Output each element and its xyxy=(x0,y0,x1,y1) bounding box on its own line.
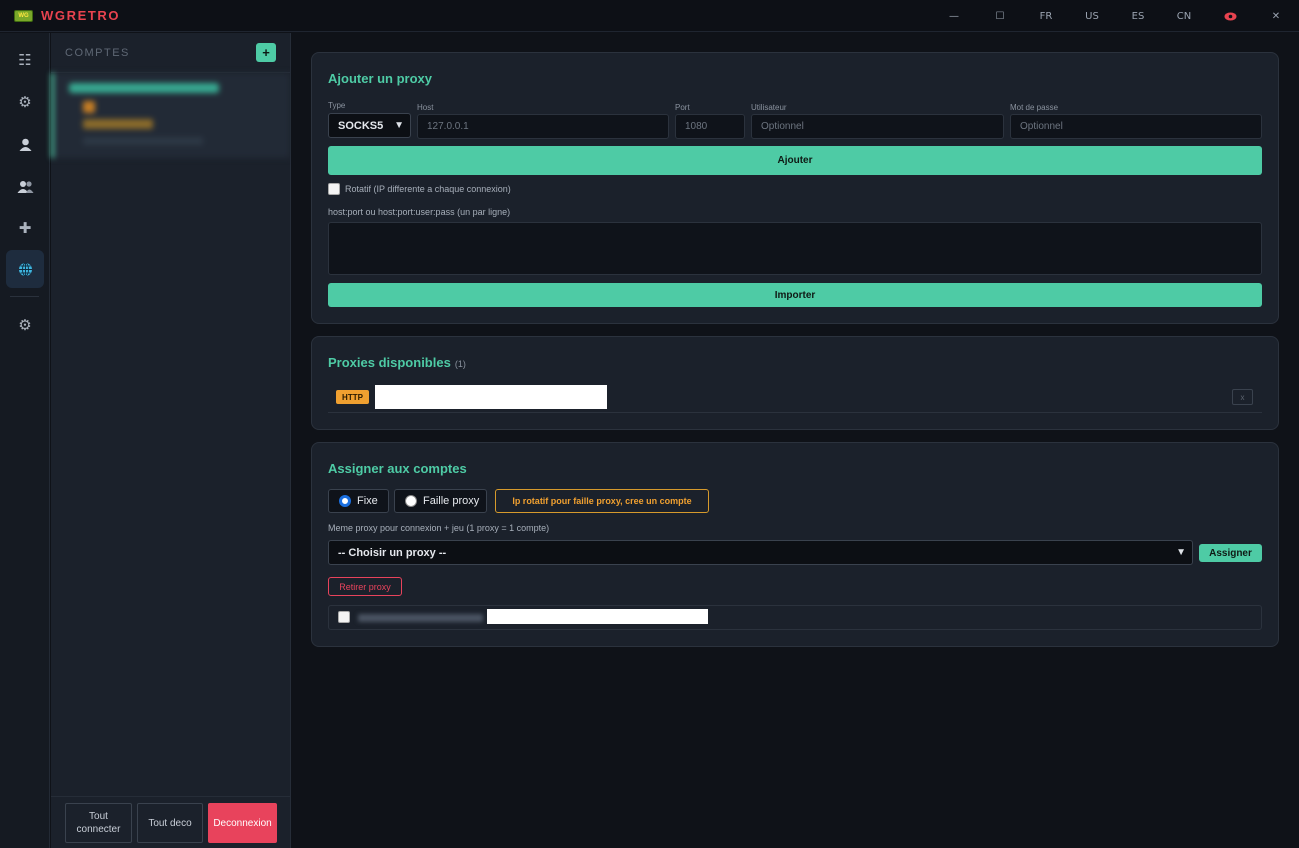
account-name-redacted xyxy=(358,614,483,622)
account-item[interactable] xyxy=(51,73,290,158)
password-label: Mot de passe xyxy=(1010,103,1059,112)
proxy-select-value: -- Choisir un proxy -- xyxy=(338,546,447,559)
connect-all-button[interactable]: Tout connecter xyxy=(65,803,132,843)
user-label: Utilisateur xyxy=(751,103,787,112)
host-label: Host xyxy=(417,103,434,112)
proxy-row-divider xyxy=(328,412,1262,413)
password-input[interactable]: Optionnel xyxy=(1010,114,1262,139)
minimize-button[interactable]: — xyxy=(931,0,977,32)
lang-fr-button[interactable]: FR xyxy=(1023,0,1069,32)
import-textarea[interactable] xyxy=(328,222,1262,275)
plus-icon[interactable]: ✚ xyxy=(6,209,44,247)
disconnect-all-button[interactable]: Tout deco xyxy=(137,803,203,843)
lang-cn-button[interactable]: CN xyxy=(1161,0,1207,32)
add-proxy-title: Ajouter un proxy xyxy=(328,71,433,86)
rotating-checkbox[interactable] xyxy=(328,183,340,195)
globe-icon[interactable] xyxy=(6,250,44,288)
lang-es-button[interactable]: ES xyxy=(1115,0,1161,32)
rail-divider xyxy=(10,296,39,297)
user-input[interactable]: Optionnel xyxy=(751,114,1004,139)
rotating-warning: Ip rotatif pour faille proxy, cree un co… xyxy=(495,489,709,513)
available-title: Proxies disponibles (1) xyxy=(328,355,466,370)
assign-button[interactable]: Assigner xyxy=(1199,544,1262,562)
add-proxy-card: Ajouter un proxy Type SOCKS5 ▼ Host 127.… xyxy=(311,52,1279,324)
logout-button[interactable]: Deconnexion xyxy=(208,803,277,843)
settings-icon[interactable]: ⚙ xyxy=(6,306,44,344)
rotating-label: Rotatif (IP differente a chaque connexio… xyxy=(345,184,511,194)
remove-proxy-button[interactable]: x xyxy=(1232,389,1253,405)
title-bar: WG WGRETRO — ☐ FR US ES CN ✕ xyxy=(0,0,1299,32)
nav-rail: ☷ ⚙ ✚ ⚙ xyxy=(0,33,50,848)
mode-failover-label: Faille proxy xyxy=(423,495,480,507)
add-proxy-button[interactable]: Ajouter xyxy=(328,146,1262,175)
type-label: Type xyxy=(328,101,346,110)
assign-help-text: Meme proxy pour connexion + jeu (1 proxy… xyxy=(328,523,550,533)
remove-proxy-assign-button[interactable]: Retirer proxy xyxy=(328,577,402,596)
proxy-type-badge: HTTP xyxy=(336,390,369,404)
chevron-down-icon: ▼ xyxy=(1176,547,1186,558)
maximize-button[interactable]: ☐ xyxy=(977,0,1023,32)
radio-selected xyxy=(339,495,351,507)
available-proxies-card: Proxies disponibles (1) HTTP x xyxy=(311,336,1279,430)
app-logo: WG xyxy=(14,9,33,22)
eye-icon[interactable] xyxy=(1207,0,1253,32)
account-proxy-redacted xyxy=(487,609,708,624)
account-checkbox[interactable] xyxy=(338,611,350,623)
main-content: Ajouter un proxy Type SOCKS5 ▼ Host 127.… xyxy=(291,33,1299,848)
list-icon[interactable]: ☷ xyxy=(6,41,44,79)
import-label: host:port ou host:port:user:pass (un par… xyxy=(328,207,511,217)
radio-unselected xyxy=(405,495,417,507)
app-title: WGRETRO xyxy=(41,8,121,23)
mode-failover-option[interactable]: Faille proxy xyxy=(394,489,487,513)
mode-fixed-label: Fixe xyxy=(357,495,378,507)
accounts-sidebar: COMPTES + Tout connecter Tout deco Decon… xyxy=(51,33,291,848)
chevron-down-icon: ▼ xyxy=(394,120,404,131)
assign-card: Assigner aux comptes Fixe Faille proxy I… xyxy=(311,442,1279,647)
gear-icon[interactable]: ⚙ xyxy=(6,83,44,121)
host-input[interactable]: 127.0.0.1 xyxy=(417,114,669,139)
available-count: (1) xyxy=(454,359,466,369)
user-icon[interactable] xyxy=(6,125,44,163)
close-button[interactable]: ✕ xyxy=(1253,0,1299,32)
mode-fixed-option[interactable]: Fixe xyxy=(328,489,389,513)
users-icon[interactable] xyxy=(6,167,44,205)
type-select[interactable]: SOCKS5 ▼ xyxy=(328,113,411,138)
type-value: SOCKS5 xyxy=(338,119,384,132)
port-label: Port xyxy=(675,103,690,112)
port-input[interactable]: 1080 xyxy=(675,114,745,139)
proxy-select[interactable]: -- Choisir un proxy -- ▼ xyxy=(328,540,1193,565)
proxy-address-redacted xyxy=(375,385,607,409)
accounts-title: COMPTES xyxy=(65,46,130,59)
import-button[interactable]: Importer xyxy=(328,283,1262,307)
lang-us-button[interactable]: US xyxy=(1069,0,1115,32)
assign-title: Assigner aux comptes xyxy=(328,461,467,476)
account-row xyxy=(328,605,1262,630)
add-account-button[interactable]: + xyxy=(256,43,276,62)
